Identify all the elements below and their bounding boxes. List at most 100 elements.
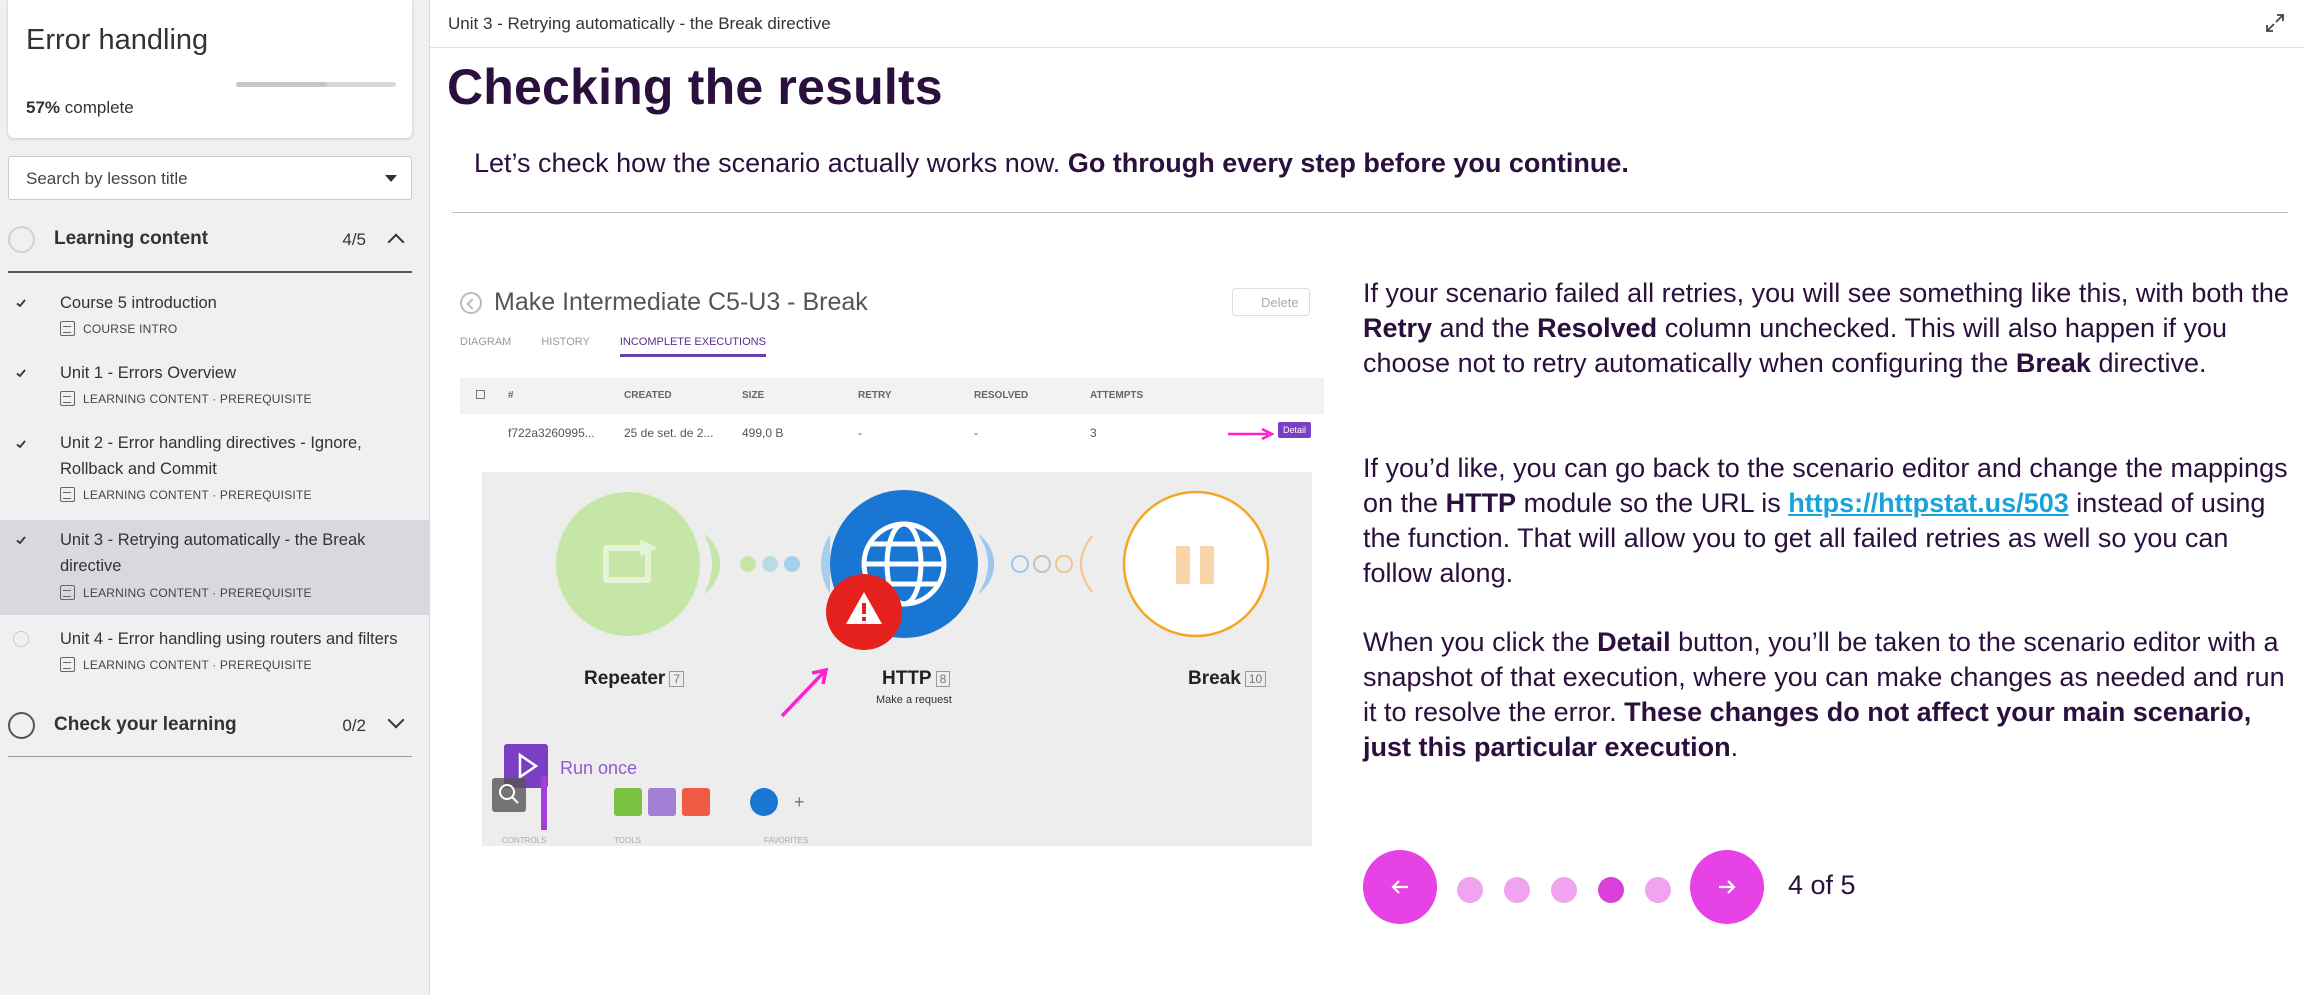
- intro-bold: Go through every step before you continu…: [1067, 148, 1629, 178]
- progress-ring-icon: [8, 226, 35, 253]
- document-icon: [60, 391, 75, 406]
- lesson-content: Unit 3 - Retrying automatically - the Br…: [430, 0, 2304, 995]
- progress-value: 57%: [26, 98, 61, 117]
- repeater-module: [556, 492, 700, 636]
- course-title: Error handling: [26, 24, 209, 56]
- lesson-title: Unit 2 - Error handling directives - Ign…: [60, 434, 362, 478]
- lesson-meta-text: COURSE INTRO: [83, 321, 178, 336]
- progress-fill: [236, 82, 328, 87]
- lesson-search-select[interactable]: Search by lesson title: [8, 156, 412, 200]
- scenario-diagram: +: [492, 490, 1270, 830]
- section-check-your-learning[interactable]: Check your learning 0/2: [8, 700, 412, 752]
- section-learning-content[interactable]: Learning content 4/5: [8, 214, 412, 266]
- unit-title: Unit 3 - Retrying automatically - the Br…: [448, 14, 831, 33]
- lesson-meta-text: LEARNING CONTENT · PREREQUISITE: [83, 391, 312, 406]
- scenario-screenshot: Make Intermediate C5-U3 - Break Delete D…: [452, 272, 1332, 850]
- paragraph-1: If your scenario failed all retries, you…: [1363, 276, 2298, 381]
- executions-table: # CREATED SIZE RETRY RESOLVED ATTEMPTS f…: [460, 378, 1324, 454]
- progress-text: 57% complete: [26, 98, 134, 118]
- module-label: Break 10: [1188, 668, 1267, 690]
- document-icon: [60, 487, 75, 502]
- pager-dot[interactable]: [1551, 877, 1577, 903]
- text: directive.: [2090, 348, 2207, 378]
- lesson-title: Unit 4 - Error handling using routers an…: [60, 630, 398, 648]
- pager-dot[interactable]: [1504, 877, 1530, 903]
- module-name: Break: [1188, 668, 1241, 689]
- check-icon: [13, 532, 29, 548]
- check-icon: [13, 436, 29, 452]
- scenario-title: Make Intermediate C5-U3 - Break: [494, 288, 868, 316]
- sidebar: Error handling 57% complete Search by le…: [0, 0, 430, 995]
- topbar: Unit 3 - Retrying automatically - the Br…: [430, 0, 2304, 48]
- scenario-tabs: DIAGRAM HISTORY INCOMPLETE EXECUTIONS: [460, 336, 766, 357]
- tab-incomplete-executions: INCOMPLETE EXECUTIONS: [619, 336, 766, 357]
- section-label: Check your learning: [54, 714, 237, 735]
- lesson-item[interactable]: Unit 1 - Errors Overview LEARNING CONTEN…: [0, 356, 430, 420]
- svg-text:+: +: [794, 792, 805, 812]
- expand-icon[interactable]: [2264, 12, 2286, 34]
- check-icon: [13, 295, 29, 311]
- column-header: SIZE: [742, 390, 765, 401]
- section-label: Learning content: [54, 228, 209, 249]
- pager-dot[interactable]: [1645, 877, 1671, 903]
- text: .: [1730, 732, 1739, 762]
- table-cell: 499,0 B: [742, 426, 784, 440]
- delete-button: Delete: [1232, 288, 1310, 316]
- document-icon: [60, 321, 75, 336]
- document-icon: [60, 657, 75, 672]
- section-divider: [8, 271, 412, 273]
- table-cell: -: [858, 426, 862, 440]
- previous-button[interactable]: [1363, 850, 1437, 924]
- content-divider: [452, 212, 2288, 213]
- module-subtitle: Make a request: [876, 694, 952, 706]
- lesson-item[interactable]: Course 5 introduction COURSE INTRO: [0, 284, 430, 348]
- table-cell: 3: [1090, 426, 1097, 440]
- lesson-item[interactable]: Unit 4 - Error handling using routers an…: [0, 622, 430, 686]
- text: If your scenario failed all retries, you…: [1363, 278, 2289, 308]
- search-placeholder: Search by lesson title: [26, 169, 188, 188]
- table-cell: 25 de set. de 2...: [624, 426, 714, 440]
- table-row: f722a3260995... 25 de set. de 2... 499,0…: [460, 414, 1324, 454]
- module-label: Repeater 7: [584, 668, 685, 690]
- lesson-item[interactable]: Unit 2 - Error handling directives - Ign…: [0, 428, 430, 518]
- chevron-up-icon[interactable]: [387, 233, 405, 251]
- lesson-item-active[interactable]: Unit 3 - Retrying automatically - the Br…: [0, 520, 430, 615]
- module-name: Repeater: [584, 668, 666, 689]
- lesson-meta: LEARNING CONTENT · PREREQUISITE: [60, 487, 312, 502]
- tab-history: HISTORY: [541, 336, 590, 348]
- module-number: 7: [669, 670, 685, 687]
- detail-button: Detail: [1278, 422, 1312, 438]
- text: module so the URL is: [1516, 488, 1789, 518]
- document-icon: [60, 585, 75, 600]
- toolbar-label: TOOLS: [614, 836, 641, 845]
- pager-dot[interactable]: [1457, 877, 1483, 903]
- module-name: HTTP: [882, 668, 932, 689]
- section-divider: [8, 756, 412, 757]
- httpstat-link[interactable]: https://httpstat.us/503: [1788, 488, 2069, 518]
- bold-text: Detail: [1597, 627, 1671, 657]
- module-number: 8: [935, 670, 951, 687]
- lesson-title: Unit 3 - Retrying automatically - the Br…: [60, 531, 366, 575]
- lesson-meta-text: LEARNING CONTENT · PREREQUISITE: [83, 487, 312, 502]
- pager-count: 4 of 5: [1788, 870, 1856, 900]
- text: When you click the: [1363, 627, 1598, 657]
- lesson-meta: LEARNING CONTENT · PREREQUISITE: [60, 657, 312, 672]
- pager-dot-active[interactable]: [1598, 877, 1624, 903]
- break-module: [1122, 490, 1270, 638]
- chevron-down-icon[interactable]: [387, 711, 405, 729]
- lesson-title: Course 5 introduction: [60, 294, 217, 312]
- module-number: 10: [1244, 670, 1267, 687]
- table-cell: -: [974, 426, 978, 440]
- column-header: #: [508, 390, 514, 401]
- next-button[interactable]: [1690, 850, 1764, 924]
- arrow-right-icon: [1228, 428, 1274, 440]
- connector-left: [704, 534, 721, 594]
- check-icon: [13, 365, 29, 381]
- column-header: RETRY: [858, 390, 892, 401]
- back-arrow-icon: [460, 292, 482, 314]
- text: and the: [1432, 313, 1538, 343]
- section-count: 0/2: [342, 716, 366, 735]
- tab-diagram: DIAGRAM: [460, 336, 512, 348]
- slide-pager: 4 of 5: [1363, 850, 1963, 924]
- toolbar-label: CONTROLS: [502, 836, 547, 845]
